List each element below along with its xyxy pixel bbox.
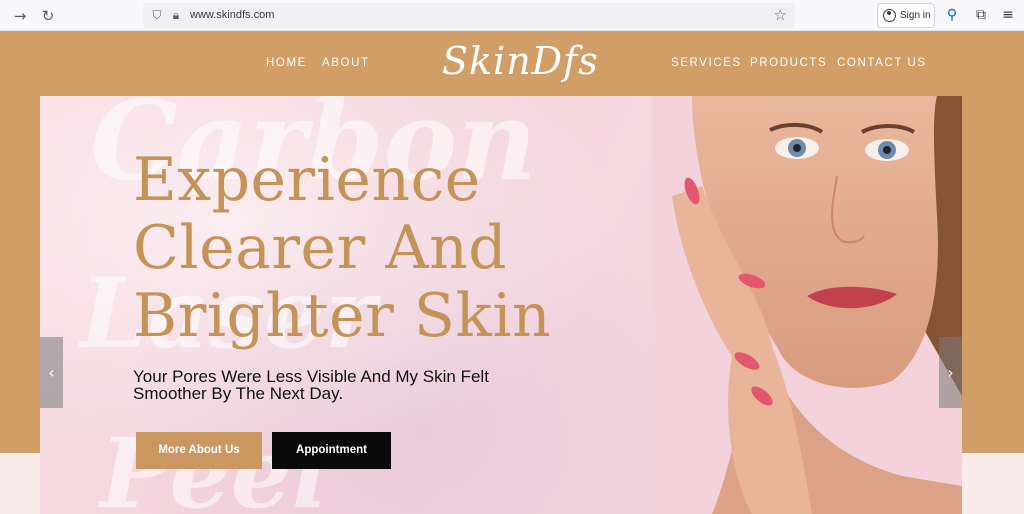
back-arrow-icon[interactable]: →	[10, 6, 30, 26]
reload-icon[interactable]: ↻	[38, 6, 58, 26]
hero-slider: Carbon Laser Peel Experience Clearer And…	[40, 96, 962, 514]
site-header: HOME ABOUT SkinDfs SERVICES PRODUCTS CON…	[0, 31, 1024, 96]
address-bar[interactable]: ⛉ 🔒︎ www.skindfs.com ☆	[143, 3, 795, 28]
hero-headline: Experience Clearer And Brighter Skin	[133, 146, 551, 350]
nav-about[interactable]: ABOUT	[322, 57, 370, 69]
account-icon	[883, 9, 896, 22]
star-icon[interactable]: ☆	[774, 6, 787, 24]
nav-home[interactable]: HOME	[266, 57, 307, 69]
nav-contact-us[interactable]: CONTACT US	[837, 57, 927, 69]
nav-products[interactable]: PRODUCTS	[750, 57, 827, 69]
menu-icon[interactable]: ≡	[999, 6, 1017, 24]
slider-prev-button[interactable]: ‹	[40, 337, 63, 408]
headline-line: Experience	[133, 145, 481, 215]
extensions-icon[interactable]: ⧉	[972, 6, 990, 24]
nav-services[interactable]: SERVICES	[671, 57, 742, 69]
headline-line: Clearer And	[133, 213, 508, 283]
browser-toolbar: → ↻ ⛉ 🔒︎ www.skindfs.com ☆ Sign in ⚲ ⧉ ≡	[0, 0, 1024, 31]
site-logo[interactable]: SkinDfs	[442, 39, 599, 83]
headline-line: Brighter Skin	[133, 281, 552, 351]
sign-in-label: Sign in	[900, 10, 931, 21]
hero-subtitle: Your Pores Were Less Visible And My Skin…	[133, 367, 489, 403]
appointment-button[interactable]: Appointment	[272, 432, 391, 469]
website: HOME ABOUT SkinDfs SERVICES PRODUCTS CON…	[0, 31, 1024, 514]
model-photo	[652, 96, 962, 514]
shield-icon[interactable]: ⛉	[149, 7, 165, 23]
slider-next-button[interactable]: ›	[939, 337, 962, 408]
url-text[interactable]: www.skindfs.com	[190, 9, 274, 21]
lock-icon[interactable]: 🔒︎	[168, 7, 184, 23]
more-about-us-button[interactable]: More About Us	[136, 432, 262, 469]
sign-in-button[interactable]: Sign in	[877, 3, 935, 28]
search-icon[interactable]: ⚲	[943, 6, 961, 24]
